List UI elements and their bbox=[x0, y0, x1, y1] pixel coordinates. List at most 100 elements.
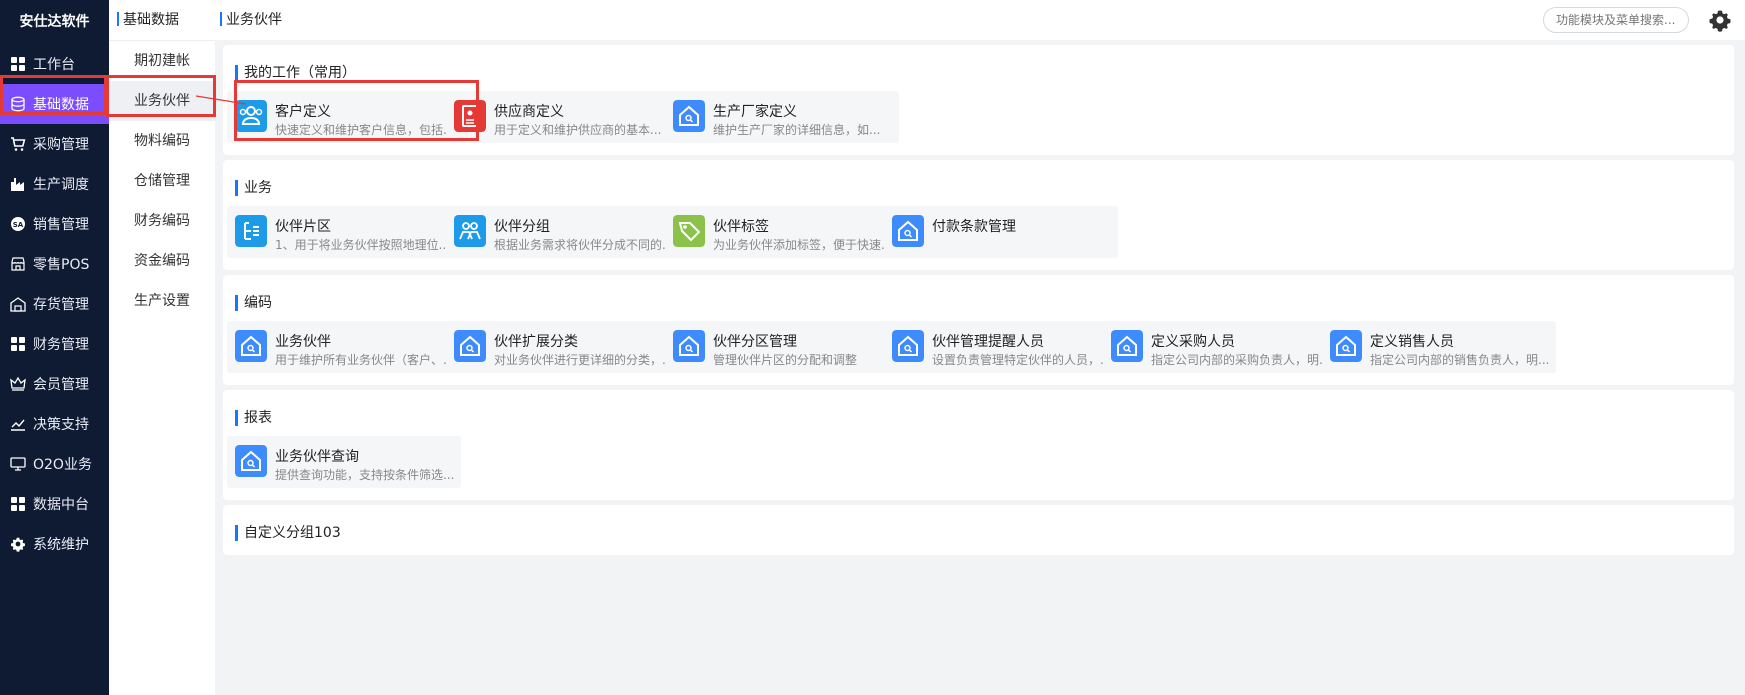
sidebar-item-label: 工作台 bbox=[33, 57, 75, 73]
main-sidebar: 安仕达软件 工作台基础数据采购管理生产调度 SA 销售管理零售POS 存货管理财务管理… bbox=[0, 0, 109, 695]
feature-card[interactable]: 定义采购人员指定公司内部的采购负责人，明... bbox=[1103, 321, 1337, 373]
card-title: 客户定义 bbox=[275, 104, 331, 120]
submenu-item-5[interactable]: 资金编码 bbox=[109, 241, 215, 281]
card-description: 用于维护所有业务伙伴（客户、... bbox=[275, 353, 455, 367]
feature-card[interactable]: 伙伴分区管理 管理伙伴片区的分配和调整 bbox=[665, 321, 899, 373]
card-title: 付款条款管理 bbox=[932, 219, 1016, 235]
sub-menu: 基础数据 期初建帐 业务伙伴 物料编码 仓储管理 财务编码 资金编码 生产设置 bbox=[109, 0, 216, 695]
menu-search-input[interactable] bbox=[1543, 7, 1689, 33]
card-description: 快速定义和维护客户信息，包括... bbox=[275, 123, 455, 137]
feature-card[interactable]: 伙伴管理提醒人员设置负责管理特定伙伴的人员，... bbox=[884, 321, 1118, 373]
submenu-item-1[interactable]: 业务伙伴 bbox=[109, 81, 215, 121]
card-description: 根据业务需求将伙伴分成不同的... bbox=[494, 238, 674, 252]
home-search-icon bbox=[673, 330, 705, 362]
section-4: 自定义分组103 bbox=[223, 505, 1734, 555]
chart-icon bbox=[9, 415, 27, 433]
card-title: 伙伴扩展分类 bbox=[494, 334, 578, 350]
submenu-item-6[interactable]: 生产设置 bbox=[109, 281, 215, 321]
section-3: 报表 业务伙伴查询 提供查询功能，支持按条件筛选... bbox=[223, 390, 1734, 500]
feature-card[interactable]: 付款条款管理 bbox=[884, 206, 1118, 258]
tag-icon bbox=[673, 215, 705, 247]
sidebar-item-label: 零售POS bbox=[33, 257, 90, 273]
breadcrumb-current[interactable]: 业务伙伴 bbox=[226, 12, 282, 28]
submenu-item-2[interactable]: 物料编码 bbox=[109, 121, 215, 161]
card-title: 伙伴分组 bbox=[494, 219, 550, 235]
brand-logo: 安仕达软件 bbox=[19, 14, 90, 30]
feature-card[interactable]: 伙伴片区 1、用于将业务伙伴按照地理位... bbox=[227, 206, 461, 258]
sidebar-item-label: 决策支持 bbox=[33, 417, 89, 433]
card-title: 业务伙伴 bbox=[275, 334, 331, 350]
section-0: 我的工作（常用） 客户定义 快速定义和维护客户信息，包括... 供应商定义 用于定义和维… bbox=[223, 45, 1734, 155]
section-title: 我的工作（常用） bbox=[235, 65, 356, 81]
home-search-icon bbox=[1111, 330, 1143, 362]
home-search-icon bbox=[892, 330, 924, 362]
sidebar-item-label: 财务管理 bbox=[33, 337, 89, 353]
card-title: 伙伴分区管理 bbox=[713, 334, 797, 350]
sidebar-item-label: 基础数据 bbox=[33, 97, 89, 113]
card-title: 伙伴片区 bbox=[275, 219, 331, 235]
gear-icon[interactable] bbox=[1708, 8, 1732, 32]
sidebar-item-10[interactable]: O2O业务 bbox=[0, 444, 109, 484]
feature-card[interactable]: 业务伙伴用于维护所有业务伙伴（客户、... bbox=[227, 321, 461, 373]
crown-icon bbox=[9, 375, 27, 393]
breadcrumb: 业务伙伴 bbox=[220, 0, 282, 40]
feature-card[interactable]: 客户定义快速定义和维护客户信息，包括... bbox=[227, 91, 461, 143]
home-search-icon bbox=[235, 445, 267, 477]
submenu-item-3[interactable]: 仓储管理 bbox=[109, 161, 215, 201]
section-title: 业务 bbox=[235, 180, 272, 196]
feature-card[interactable]: 定义销售人员 指定公司内部的销售负责人，明... bbox=[1322, 321, 1556, 373]
card-title: 伙伴标签 bbox=[713, 219, 769, 235]
feature-card[interactable]: 伙伴分组根据业务需求将伙伴分成不同的... bbox=[446, 206, 680, 258]
sidebar-item-label: O2O业务 bbox=[33, 457, 92, 473]
sidebar-item-9[interactable]: 决策支持 bbox=[0, 404, 109, 444]
gear-icon bbox=[9, 535, 27, 553]
card-title: 供应商定义 bbox=[494, 104, 564, 120]
feature-card[interactable]: 供应商定义用于定义和维护供应商的基本... bbox=[446, 91, 680, 143]
card-description: 维护生产厂家的详细信息，如... bbox=[713, 123, 881, 137]
sidebar-item-3[interactable]: 生产调度 bbox=[0, 164, 109, 204]
card-description: 指定公司内部的采购负责人，明... bbox=[1151, 353, 1331, 367]
top-bar: 业务伙伴 bbox=[215, 0, 1745, 41]
card-description: 提供查询功能，支持按条件筛选... bbox=[275, 468, 455, 482]
sidebar-item-label: 销售管理 bbox=[33, 217, 89, 233]
card-title: 伙伴管理提醒人员 bbox=[932, 334, 1044, 350]
grid-icon bbox=[9, 55, 27, 73]
home-search-icon bbox=[454, 330, 486, 362]
store-icon bbox=[9, 255, 27, 273]
sidebar-item-label: 生产调度 bbox=[33, 177, 89, 193]
card-title: 定义销售人员 bbox=[1370, 334, 1454, 350]
card-description: 为业务伙伴添加标签，便于快速... bbox=[713, 238, 893, 252]
svg-text:SA: SA bbox=[13, 221, 24, 229]
feature-card[interactable]: 生产厂家定义维护生产厂家的详细信息，如... bbox=[665, 91, 899, 143]
card-title: 生产厂家定义 bbox=[713, 104, 797, 120]
sidebar-item-12[interactable]: 系统维护 bbox=[0, 524, 109, 564]
factory-icon bbox=[9, 175, 27, 193]
sidebar-item-1[interactable]: 基础数据 bbox=[0, 84, 109, 124]
sidebar-item-label: 系统维护 bbox=[33, 537, 89, 553]
group-icon bbox=[454, 215, 486, 247]
card-description: 用于定义和维护供应商的基本... bbox=[494, 123, 662, 137]
sidebar-item-2[interactable]: 采购管理 bbox=[0, 124, 109, 164]
home-search-icon bbox=[673, 100, 705, 132]
sidebar-item-11[interactable]: 数据中台 bbox=[0, 484, 109, 524]
cart-icon bbox=[9, 135, 27, 153]
sidebar-item-0[interactable]: 工作台 bbox=[0, 44, 109, 84]
sidebar-item-4[interactable]: SA 销售管理 bbox=[0, 204, 109, 244]
card-description: 对业务伙伴进行更详细的分类，... bbox=[494, 353, 674, 367]
sidebar-item-7[interactable]: 财务管理 bbox=[0, 324, 109, 364]
sidebar-item-6[interactable]: 存货管理 bbox=[0, 284, 109, 324]
submenu-item-0[interactable]: 期初建帐 bbox=[109, 41, 215, 81]
card-title: 定义采购人员 bbox=[1151, 334, 1235, 350]
section-title: 编码 bbox=[235, 295, 272, 311]
feature-card[interactable]: 伙伴扩展分类对业务伙伴进行更详细的分类，... bbox=[446, 321, 680, 373]
card-title: 业务伙伴查询 bbox=[275, 449, 359, 465]
feature-card[interactable]: 业务伙伴查询提供查询功能，支持按条件筛选... bbox=[227, 436, 461, 488]
sidebar-item-8[interactable]: 会员管理 bbox=[0, 364, 109, 404]
sidebar-item-5[interactable]: 零售POS bbox=[0, 244, 109, 284]
warehouse-icon bbox=[9, 295, 27, 313]
card-description: 1、用于将业务伙伴按照地理位... bbox=[275, 238, 451, 252]
submenu-item-4[interactable]: 财务编码 bbox=[109, 201, 215, 241]
feature-card[interactable]: 伙伴标签为业务伙伴添加标签，便于快速... bbox=[665, 206, 899, 258]
customer-icon bbox=[235, 100, 267, 132]
card-description: 设置负责管理特定伙伴的人员，... bbox=[932, 353, 1112, 367]
